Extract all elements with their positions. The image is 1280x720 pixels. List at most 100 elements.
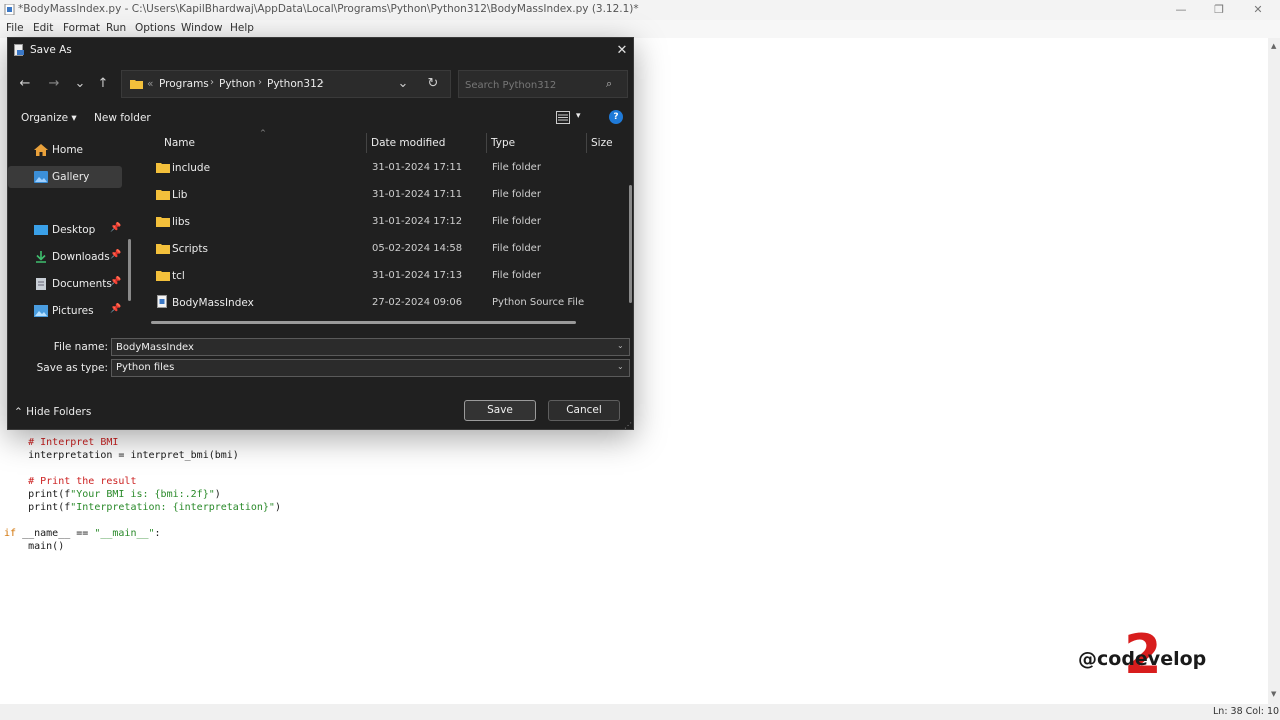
address-bar[interactable]: « Programs › Python › Python312 › ⌄ ↻ (121, 70, 451, 98)
sidebar-scrollbar[interactable] (128, 239, 131, 301)
editor-scrollbar[interactable]: ▲ ▼ (1268, 38, 1280, 704)
organize-menu-button[interactable]: Organize ▾ (21, 112, 77, 124)
save-dialog-icon (14, 44, 24, 56)
menu-edit[interactable]: Edit (33, 22, 53, 34)
column-divider[interactable] (366, 133, 367, 153)
up-arrow-icon[interactable]: ↑ (94, 75, 112, 93)
folder-icon (156, 163, 170, 173)
file-list-vertical-scrollbar[interactable] (629, 185, 632, 303)
gallery-icon (34, 171, 48, 183)
dialog-titlebar: Save As ✕ (8, 38, 633, 62)
menubar: File Edit Format Run Options Window Help (0, 20, 1280, 38)
folder-icon (156, 271, 170, 281)
sidebar-item-gallery[interactable]: Gallery (8, 166, 122, 188)
file-row-libs[interactable]: libs 31-01-2024 17:12 File folder (145, 209, 625, 236)
breadcrumb-python[interactable]: Python (219, 78, 255, 90)
file-list-horizontal-scrollbar[interactable] (151, 321, 576, 324)
pin-icon[interactable]: 📌 (110, 223, 121, 233)
sidebar-item-downloads[interactable]: Downloads 📌 (8, 246, 122, 268)
code-line: if __name__ == "__main__": (4, 528, 161, 539)
code-line: ​ (4, 514, 281, 527)
address-dropdown-icon[interactable]: ⌄ (394, 75, 412, 93)
file-row-lib[interactable]: Lib 31-01-2024 17:11 File folder (145, 182, 625, 209)
menu-options[interactable]: Options (135, 22, 176, 34)
sidebar-item-desktop[interactable]: Desktop 📌 (8, 219, 122, 241)
save-as-type-select[interactable]: Python files ⌄ (111, 359, 630, 377)
code-line: interpretation = interpret_bmi(bmi) (28, 450, 239, 461)
code-line: # Print the result (28, 476, 137, 487)
dialog-footer: ⌃ Hide Folders Save Cancel (8, 400, 633, 426)
save-as-type-value: Python files (116, 362, 175, 373)
forward-arrow-icon[interactable]: → (45, 75, 63, 93)
search-box[interactable]: ⌕ (458, 70, 628, 98)
resize-grip-icon[interactable]: ⋰ (624, 421, 632, 430)
help-icon[interactable]: ? (609, 110, 623, 124)
column-divider[interactable] (486, 133, 487, 153)
file-row-include[interactable]: include 31-01-2024 17:11 File folder (145, 155, 625, 182)
close-window-button[interactable]: ✕ (1240, 1, 1276, 19)
pin-icon[interactable]: 📌 (110, 304, 121, 314)
sidebar-item-documents[interactable]: Documents 📌 (8, 273, 122, 295)
desktop-icon (34, 225, 48, 235)
back-arrow-icon[interactable]: ← (16, 75, 34, 93)
file-row-bodymassindex[interactable]: BodyMassIndex 27-02-2024 09:06 Python So… (145, 290, 625, 317)
editor-titlebar: *BodyMassIndex.py - C:\Users\KapilBhardw… (0, 0, 1280, 20)
breadcrumb-chevron-icon[interactable]: › (258, 77, 262, 88)
menu-window[interactable]: Window (181, 22, 222, 34)
view-options-icon[interactable] (556, 111, 570, 124)
python-file-icon (157, 295, 167, 308)
cursor-position: Ln: 38 Col: 10 (1213, 706, 1280, 717)
menu-help[interactable]: Help (230, 22, 254, 34)
hide-folders-toggle[interactable]: ⌃ Hide Folders (14, 406, 91, 418)
code-line: main() (28, 541, 65, 552)
save-form: File name: ⌄ Save as type: Python files … (8, 334, 633, 384)
breadcrumb-chevron-icon[interactable]: › (210, 77, 214, 88)
sort-ascending-icon: ^ (260, 129, 266, 137)
breadcrumb-chevron-icon[interactable]: › (320, 77, 324, 88)
code-line: # Interpret BMI (28, 437, 119, 448)
file-name-field[interactable]: ⌄ (111, 338, 630, 356)
refresh-icon[interactable]: ↻ (424, 75, 442, 93)
menu-run[interactable]: Run (106, 22, 126, 34)
channel-watermark: 2 @codevelop (1078, 628, 1228, 684)
file-name-label: File name: (53, 341, 108, 353)
sidebar-item-home[interactable]: Home (8, 139, 122, 161)
breadcrumb-programs[interactable]: Programs (159, 78, 209, 90)
watermark-text: @codevelop (1078, 648, 1207, 670)
sidebar-item-pictures[interactable]: Pictures 📌 (8, 300, 122, 322)
scroll-up-icon[interactable]: ▲ (1271, 42, 1276, 50)
file-row-scripts[interactable]: Scripts 05-02-2024 14:58 File folder (145, 236, 625, 263)
chevron-down-icon[interactable]: ⌄ (617, 341, 624, 350)
pictures-icon (34, 305, 48, 317)
maximize-button[interactable]: ❐ (1201, 1, 1237, 19)
save-as-dialog: Save As ✕ ← → ⌄ ↑ « Programs › Python › … (7, 37, 634, 430)
search-icon[interactable]: ⌕ (606, 77, 612, 91)
breadcrumb-python312[interactable]: Python312 (267, 78, 323, 90)
folder-icon (156, 190, 170, 200)
scroll-down-icon[interactable]: ▼ (1271, 690, 1276, 698)
recent-locations-icon[interactable]: ⌄ (71, 75, 89, 93)
chevron-down-icon[interactable]: ⌄ (617, 362, 624, 371)
status-bar: Ln: 38 Col: 10 (0, 704, 1280, 720)
navigation-bar: ← → ⌄ ↑ « Programs › Python › Python312 … (8, 68, 633, 100)
new-folder-button[interactable]: New folder (94, 112, 151, 124)
minimize-button[interactable]: — (1163, 1, 1199, 19)
folder-icon (130, 80, 143, 89)
menu-file[interactable]: File (6, 22, 24, 34)
dialog-toolbar: Organize ▾ New folder ▾ ? (8, 106, 633, 130)
breadcrumb-overflow[interactable]: « (147, 78, 153, 90)
window-title: *BodyMassIndex.py - C:\Users\KapilBhardw… (18, 3, 639, 15)
menu-format[interactable]: Format (63, 22, 100, 34)
downloads-icon (36, 251, 46, 263)
save-button[interactable]: Save (464, 400, 536, 421)
search-input[interactable] (465, 77, 605, 93)
pin-icon[interactable]: 📌 (110, 250, 121, 260)
cancel-button[interactable]: Cancel (548, 400, 620, 421)
dialog-close-button[interactable]: ✕ (612, 41, 632, 61)
file-row-tcl[interactable]: tcl 31-01-2024 17:13 File folder (145, 263, 625, 290)
code-text[interactable]: # Interpret BMI interpretation = interpr… (4, 423, 281, 566)
pin-icon[interactable]: 📌 (110, 277, 121, 287)
file-name-input[interactable] (116, 341, 606, 354)
view-dropdown-icon[interactable]: ▾ (576, 111, 581, 121)
column-divider[interactable] (586, 133, 587, 153)
